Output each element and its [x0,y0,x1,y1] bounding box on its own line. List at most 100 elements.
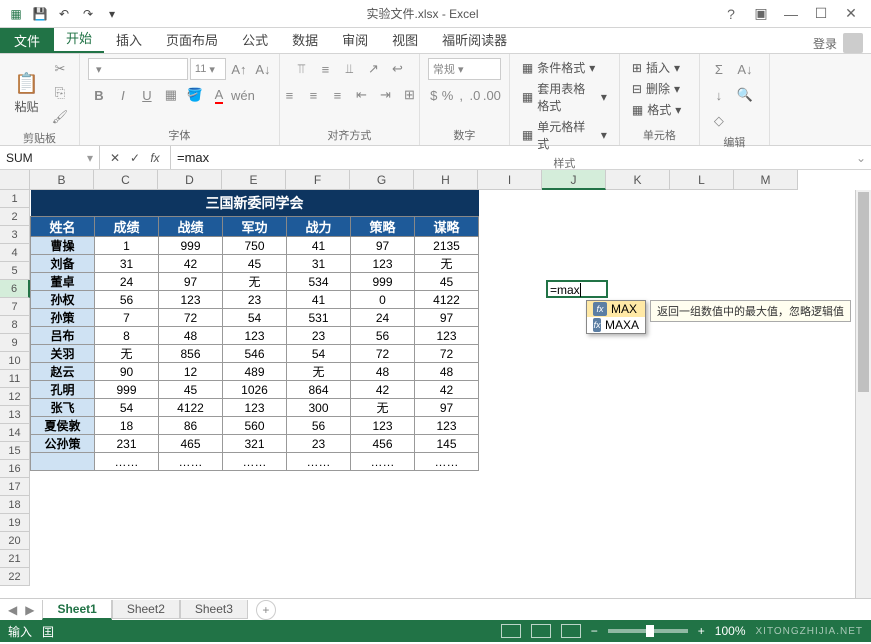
fx-icon[interactable]: fx [146,151,164,165]
sheet-nav-prev-icon[interactable]: ◀ [8,603,17,617]
table-cell[interactable]: 吕布 [31,327,95,345]
avatar-icon[interactable] [843,33,863,53]
tab-data[interactable]: 数据 [280,26,330,53]
table-cell[interactable]: …… [415,453,479,471]
font-size-select[interactable]: 11 ▾ [190,58,226,80]
redo-icon[interactable]: ↷ [78,4,98,24]
align-center-icon[interactable]: ≡ [302,84,324,106]
column-header[interactable]: F [286,170,350,190]
table-cell[interactable]: 300 [287,399,351,417]
column-header[interactable]: E [222,170,286,190]
table-cell[interactable]: 465 [159,435,223,453]
row-header[interactable]: 20 [0,532,30,550]
table-cell[interactable]: 750 [223,237,287,255]
table-cell[interactable]: 无 [287,363,351,381]
row-header[interactable]: 11 [0,370,30,388]
table-cell[interactable]: 72 [415,345,479,363]
row-header[interactable]: 18 [0,496,30,514]
column-header[interactable]: G [350,170,414,190]
zoom-slider[interactable] [608,629,688,633]
conditional-format-button[interactable]: ▦ 条件格式 ▾ [518,58,599,77]
table-cell[interactable]: 无 [351,399,415,417]
delete-cells-button[interactable]: ⊟ 删除 ▾ [628,79,684,98]
table-cell[interactable]: 97 [351,237,415,255]
table-cell[interactable]: 534 [287,273,351,291]
table-cell[interactable]: 489 [223,363,287,381]
autosum-icon[interactable]: Σ [708,58,730,80]
name-box[interactable]: SUM▾ [0,146,100,169]
row-header[interactable]: 7 [0,298,30,316]
table-cell[interactable]: 531 [287,309,351,327]
table-cell[interactable]: …… [223,453,287,471]
merge-icon[interactable]: ⊞ [398,84,420,106]
sheet-nav-next-icon[interactable]: ▶ [25,603,34,617]
copy-icon[interactable]: ⎘ [49,82,71,104]
tab-review[interactable]: 审阅 [330,26,380,53]
close-icon[interactable]: ✕ [837,4,865,24]
tab-view[interactable]: 视图 [380,26,430,53]
table-cell[interactable]: 4122 [415,291,479,309]
table-cell[interactable]: 公孙策 [31,435,95,453]
tab-formulas[interactable]: 公式 [230,26,280,53]
table-header[interactable]: 军功 [223,217,287,237]
orientation-icon[interactable]: ↗ [362,58,384,80]
formula-input[interactable]: =max [171,150,851,165]
row-header[interactable]: 21 [0,550,30,568]
table-cell[interactable]: 90 [95,363,159,381]
table-cell[interactable]: 41 [287,237,351,255]
table-cell[interactable]: 1 [95,237,159,255]
table-cell[interactable]: 54 [223,309,287,327]
increase-font-icon[interactable]: A↑ [228,58,250,80]
decrease-indent-icon[interactable]: ⇤ [350,84,372,106]
table-format-button[interactable]: ▦ 套用表格格式 ▾ [518,79,611,115]
minimize-icon[interactable]: — [777,4,805,24]
align-middle-icon[interactable]: ≡ [314,58,336,80]
table-cell[interactable]: …… [351,453,415,471]
percent-icon[interactable]: % [442,84,454,106]
data-table[interactable]: 三国新委同学会姓名成绩战绩军功战力策略谋略曹操199975041972135刘备… [30,190,479,471]
table-cell[interactable]: 赵云 [31,363,95,381]
zoom-in-icon[interactable]: + [698,624,705,638]
column-header[interactable]: C [94,170,158,190]
table-cell[interactable]: 86 [159,417,223,435]
comma-icon[interactable]: , [455,84,467,106]
table-cell[interactable]: 8 [95,327,159,345]
sheet-tab-2[interactable]: Sheet2 [112,600,180,619]
column-header[interactable]: D [158,170,222,190]
table-cell[interactable]: 张飞 [31,399,95,417]
column-header[interactable]: M [734,170,798,190]
table-cell[interactable]: 刘备 [31,255,95,273]
row-header[interactable]: 10 [0,352,30,370]
table-cell[interactable]: 72 [351,345,415,363]
worksheet-grid[interactable]: BCDEFGHIJKLM 123456789101112131415161718… [0,170,871,598]
row-header[interactable]: 2 [0,208,30,226]
table-cell[interactable]: 无 [415,255,479,273]
fill-icon[interactable]: ↓ [708,84,730,106]
function-suggestion-max[interactable]: fxMAX [587,301,645,317]
normal-view-icon[interactable] [501,624,521,638]
maximize-icon[interactable]: ☐ [807,4,835,24]
decrease-font-icon[interactable]: A↓ [252,58,274,80]
column-header[interactable]: H [414,170,478,190]
file-tab[interactable]: 文件 [0,28,54,53]
table-header[interactable]: 姓名 [31,217,95,237]
table-cell[interactable]: 夏侯敦 [31,417,95,435]
zoom-out-icon[interactable]: − [591,624,598,638]
wrap-text-icon[interactable]: ↩ [386,58,408,80]
table-cell[interactable]: 145 [415,435,479,453]
table-cell[interactable]: 42 [159,255,223,273]
table-cell[interactable]: 孔明 [31,381,95,399]
table-cell[interactable]: 123 [351,417,415,435]
currency-icon[interactable]: $ [428,84,440,106]
row-header[interactable]: 1 [0,190,30,208]
align-left-icon[interactable]: ≡ [278,84,300,106]
table-cell[interactable]: 546 [223,345,287,363]
table-cell[interactable]: …… [287,453,351,471]
table-cell[interactable]: 123 [415,327,479,345]
table-cell[interactable]: 无 [95,345,159,363]
cell-style-button[interactable]: ▦ 单元格样式 ▾ [518,117,611,153]
table-header[interactable]: 战绩 [159,217,223,237]
tab-home[interactable]: 开始 [54,24,104,53]
tab-foxit[interactable]: 福昕阅读器 [430,26,519,53]
find-icon[interactable]: 🔍 [734,84,756,106]
